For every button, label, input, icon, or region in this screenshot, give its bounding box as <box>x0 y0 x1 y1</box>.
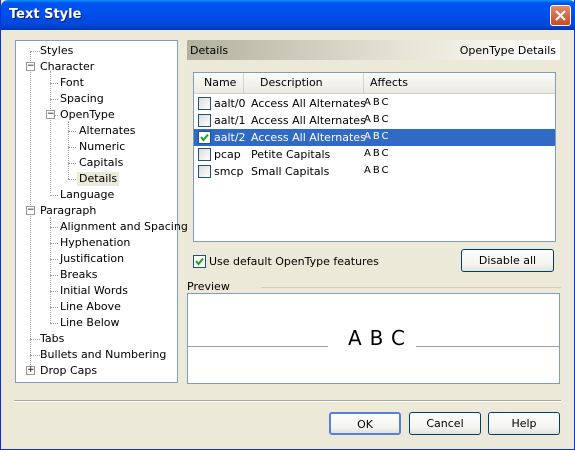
help-button[interactable]: Help <box>488 412 560 435</box>
row-checkbox[interactable] <box>198 114 211 127</box>
row-name: aalt/0 <box>214 97 246 110</box>
preview-sample-text: ABC <box>348 326 414 350</box>
tree-item-alignment-and-spacing[interactable]: Alignment and Spacing <box>60 220 188 234</box>
column-header-affects[interactable]: Affects <box>364 73 555 93</box>
text-style-dialog: Text Style − − − + Styles Character Font… <box>0 0 575 450</box>
row-name: aalt/2 <box>214 131 246 144</box>
tree-item-numeric[interactable]: Numeric <box>79 140 125 154</box>
list-row[interactable]: aalt/1 Access All Alternates ABC <box>194 112 555 129</box>
title-bar: Text Style <box>1 0 575 30</box>
collapse-opentype-icon[interactable]: − <box>46 110 55 119</box>
tree-item-details[interactable]: Details <box>77 172 120 186</box>
tree-item-bullets-and-numbering[interactable]: Bullets and Numbering <box>40 348 166 362</box>
tree-item-justification[interactable]: Justification <box>60 252 124 266</box>
bottom-separator <box>14 400 561 402</box>
row-affects: ABC <box>364 114 391 125</box>
row-description: Petite Capitals <box>251 148 331 161</box>
preview-separator <box>261 287 561 288</box>
baseline-right <box>416 346 559 347</box>
use-default-checkbox-box[interactable] <box>193 255 206 268</box>
column-header-name[interactable]: Name <box>194 73 244 93</box>
preview-pane: ABC <box>187 293 560 384</box>
tree-item-font[interactable]: Font <box>60 76 84 90</box>
ok-button[interactable]: OK <box>329 412 401 435</box>
list-row[interactable]: smcp Small Capitals ABC <box>194 163 555 180</box>
list-row-selected[interactable]: aalt/2 Access All Alternates ABC <box>194 129 555 146</box>
collapse-character-icon[interactable]: − <box>26 62 35 71</box>
tree-item-styles[interactable]: Styles <box>40 44 73 58</box>
tree-item-character[interactable]: Character <box>40 60 94 74</box>
section-subtitle: OpenType Details <box>459 44 556 57</box>
row-checkbox[interactable] <box>198 165 211 178</box>
tree-item-tabs[interactable]: Tabs <box>40 332 64 346</box>
row-description: Small Capitals <box>251 165 330 178</box>
tree-item-language[interactable]: Language <box>60 188 114 202</box>
row-description: Access All Alternates <box>251 97 366 110</box>
tree-item-capitals[interactable]: Capitals <box>79 156 123 170</box>
row-checkbox[interactable] <box>198 148 211 161</box>
row-checkbox[interactable] <box>198 131 211 144</box>
disable-all-button[interactable]: Disable all <box>461 249 554 272</box>
row-name: aalt/1 <box>214 114 246 127</box>
baseline-left <box>188 346 328 347</box>
tree-item-breaks[interactable]: Breaks <box>60 268 97 282</box>
row-checkbox[interactable] <box>198 97 211 110</box>
tree-item-line-above[interactable]: Line Above <box>60 300 121 314</box>
row-name: pcap <box>214 148 241 161</box>
list-row[interactable]: pcap Petite Capitals ABC <box>194 146 555 163</box>
column-header-description[interactable]: Description <box>244 73 364 93</box>
opentype-feature-list[interactable]: Name Description Affects aalt/0 Access A… <box>193 72 556 242</box>
list-header: Name Description Affects <box>194 73 555 94</box>
use-default-label: Use default OpenType features <box>209 255 379 268</box>
row-affects: ABC <box>364 97 391 108</box>
category-tree[interactable]: − − − + Styles Character Font Spacing Op… <box>15 40 188 383</box>
row-description: Access All Alternates <box>251 131 366 144</box>
row-name: smcp <box>214 165 244 178</box>
window-title: Text Style <box>9 7 82 22</box>
section-header: Details OpenType Details <box>187 40 560 60</box>
checkmark-icon <box>200 133 209 142</box>
row-description: Access All Alternates <box>251 114 366 127</box>
list-row[interactable]: aalt/0 Access All Alternates ABC <box>194 95 555 112</box>
expand-drop-caps-icon[interactable]: + <box>26 366 35 375</box>
tree-item-opentype[interactable]: OpenType <box>60 108 115 122</box>
tree-item-hyphenation[interactable]: Hyphenation <box>60 236 130 250</box>
preview-label: Preview <box>187 280 230 293</box>
tree-item-initial-words[interactable]: Initial Words <box>60 284 128 298</box>
close-button[interactable] <box>550 5 571 26</box>
row-affects: ABC <box>364 131 391 142</box>
close-icon <box>555 10 566 21</box>
tree-item-paragraph[interactable]: Paragraph <box>40 204 96 218</box>
tree-item-line-below[interactable]: Line Below <box>60 316 120 330</box>
row-affects: ABC <box>364 148 391 159</box>
tree-item-drop-caps[interactable]: Drop Caps <box>40 364 97 378</box>
collapse-paragraph-icon[interactable]: − <box>26 206 35 215</box>
checkmark-icon <box>195 257 204 266</box>
row-affects: ABC <box>364 165 391 176</box>
section-title: Details <box>190 44 229 57</box>
tree-item-alternates[interactable]: Alternates <box>79 124 136 138</box>
tree-item-spacing[interactable]: Spacing <box>60 92 104 106</box>
cancel-button[interactable]: Cancel <box>409 412 481 435</box>
